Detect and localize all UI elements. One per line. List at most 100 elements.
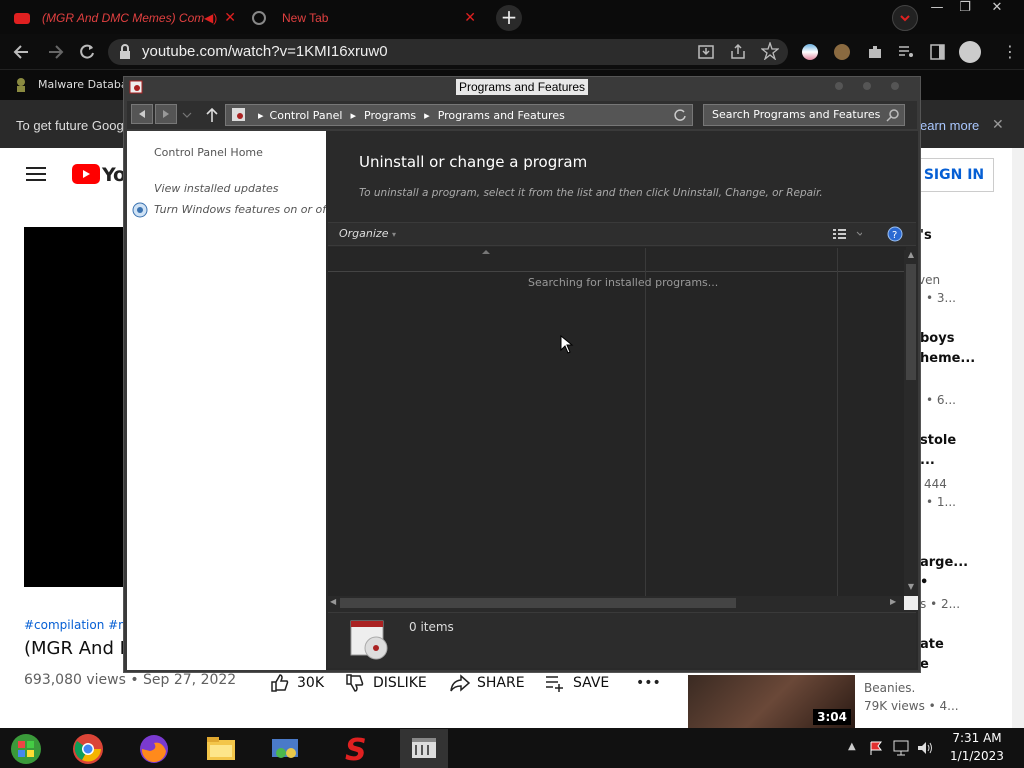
up-arrow-icon[interactable] (204, 106, 220, 124)
control-panel-taskbar-button[interactable] (400, 729, 448, 768)
scroll-thumb[interactable] (906, 264, 916, 380)
control-panel-home-link[interactable]: Control Panel Home (154, 146, 263, 159)
sign-in-button[interactable]: SIGN IN (914, 158, 994, 192)
clock-time[interactable]: 7:31 AM (944, 731, 1010, 745)
media-control-icon[interactable] (897, 43, 915, 61)
file-explorer-taskbar-icon[interactable] (203, 731, 239, 767)
breadcrumb-programs[interactable]: Programs (364, 109, 416, 122)
share-icon[interactable] (729, 43, 747, 61)
mouse-cursor-icon (560, 335, 574, 354)
hscroll-thumb[interactable] (340, 598, 736, 608)
list-horizontal-scrollbar[interactable]: ◀ ▶ (328, 596, 904, 610)
list-vertical-scrollbar[interactable]: ▲ ▼ (904, 250, 918, 596)
more-actions-icon[interactable]: ••• (636, 675, 661, 691)
help-icon[interactable]: ? (887, 226, 903, 242)
rec-3-title[interactable]: stole (920, 433, 956, 448)
rec-5-duration: 3:04 (813, 709, 851, 725)
rec-5-title[interactable]: ate (920, 637, 944, 652)
window-maximize-button[interactable] (863, 82, 871, 90)
scroll-right-icon[interactable]: ▶ (890, 597, 896, 606)
rec-5-thumbnail[interactable]: 3:04 (688, 675, 855, 728)
install-app-icon[interactable] (697, 43, 715, 61)
forward-button[interactable] (155, 104, 177, 124)
network-people-taskbar-icon[interactable] (268, 731, 304, 767)
windows-features-link[interactable]: Turn Windows features on or off (154, 203, 330, 216)
rec-2-title[interactable]: boys (920, 331, 954, 346)
forward-icon[interactable] (45, 43, 65, 61)
tab-youtube[interactable]: (MGR And DMC Memes) Com ◀) ✕ (14, 4, 246, 32)
back-icon[interactable] (12, 43, 32, 61)
window-close-button[interactable] (891, 82, 899, 90)
firefox-taskbar-icon[interactable] (136, 731, 172, 767)
youtube-logo-icon[interactable] (72, 164, 100, 184)
dislike-button[interactable]: DISLIKE (373, 675, 427, 691)
scroll-left-icon[interactable]: ◀ (330, 597, 336, 606)
scroll-up-icon[interactable]: ▲ (904, 250, 918, 262)
chrome-taskbar-icon[interactable] (70, 731, 106, 767)
restore-button[interactable]: ❐ (950, 0, 980, 18)
window-minimize-button[interactable] (835, 82, 843, 90)
page-scrollbar[interactable] (1012, 148, 1024, 728)
program-list[interactable] (328, 247, 906, 597)
show-hidden-icons-icon[interactable]: ▲ (848, 741, 856, 752)
start-button[interactable] (8, 731, 44, 767)
app-s-taskbar-icon[interactable]: S (338, 731, 374, 767)
share-button[interactable]: SHARE (477, 675, 525, 691)
lock-icon[interactable] (118, 44, 132, 60)
minimize-button[interactable]: — (922, 0, 952, 18)
new-tab-button[interactable]: + (496, 5, 522, 31)
learn-more-link[interactable]: earn more (920, 118, 979, 133)
search-input[interactable]: Search Programs and Features (703, 104, 905, 126)
video-player[interactable] (24, 227, 134, 587)
like-icon[interactable] (270, 673, 290, 693)
rec-5-channel: Beanies. (864, 681, 916, 695)
tab-search-button[interactable] (892, 5, 918, 31)
audio-playing-icon[interactable]: ◀) (204, 11, 217, 25)
recent-locations-icon[interactable] (180, 110, 194, 120)
change-view-icon[interactable] (832, 226, 862, 242)
breadcrumb-control-panel[interactable]: Control Panel (270, 109, 343, 122)
tab-new[interactable]: New Tab ✕ (252, 4, 486, 32)
breadcrumb-control-panel-icon (232, 108, 245, 121)
url-text[interactable]: youtube.com/watch?v=1KMI16xruw0 (142, 43, 388, 60)
network-icon[interactable] (892, 739, 910, 757)
video-hashtags[interactable]: #compilation #me (24, 618, 137, 632)
save-playlist-icon[interactable] (545, 674, 567, 692)
extension-flag-icon[interactable] (802, 44, 818, 60)
youtube-logo-text[interactable]: Yo (102, 164, 126, 186)
scroll-down-icon[interactable]: ▼ (904, 582, 918, 594)
share-arrow-icon[interactable] (449, 673, 471, 693)
close-tab-icon[interactable]: ✕ (224, 9, 236, 26)
close-window-button[interactable]: ✕ (982, 0, 1012, 18)
view-installed-updates-link[interactable]: View installed updates (154, 182, 279, 195)
breadcrumb-sep-icon[interactable]: ▸ (424, 109, 430, 122)
extensions-puzzle-icon[interactable] (866, 43, 884, 61)
bookmark-star-icon[interactable] (761, 42, 779, 60)
bookmark-malware-database[interactable]: Malware Databa (38, 78, 128, 91)
rec-4-title[interactable]: arge... (920, 555, 968, 570)
volume-icon[interactable] (916, 739, 934, 757)
chrome-menu-icon[interactable]: ⋮ (1002, 42, 1018, 61)
hamburger-menu-icon[interactable] (26, 166, 46, 182)
breadcrumb[interactable]: ▸ Control Panel ▸ Programs ▸ Programs an… (225, 104, 693, 126)
profile-avatar-icon[interactable] (959, 41, 981, 63)
organize-button[interactable]: Organize ▾ (339, 227, 396, 240)
extension-avatar-icon[interactable] (834, 44, 850, 60)
infobar-close-icon[interactable]: ✕ (992, 116, 1004, 133)
refresh-icon[interactable] (672, 107, 688, 123)
clock-date[interactable]: 1/1/2023 (944, 749, 1010, 763)
save-button[interactable]: SAVE (573, 675, 609, 691)
breadcrumb-programs-features[interactable]: Programs and Features (438, 109, 565, 122)
side-panel-icon[interactable] (930, 43, 946, 61)
rec-1-title[interactable]: 's (920, 228, 932, 243)
reload-icon[interactable] (77, 42, 97, 62)
dislike-icon[interactable] (345, 673, 365, 693)
action-center-flag-icon[interactable] (868, 740, 884, 756)
breadcrumb-sep-icon[interactable]: ▸ (350, 109, 356, 122)
breadcrumb-sep-icon[interactable]: ▸ (258, 109, 264, 122)
close-tab-icon[interactable]: ✕ (464, 9, 476, 26)
column-headers[interactable] (328, 248, 906, 272)
search-icon[interactable] (886, 108, 900, 122)
like-count[interactable]: 30K (297, 675, 324, 691)
back-button[interactable] (131, 104, 153, 124)
